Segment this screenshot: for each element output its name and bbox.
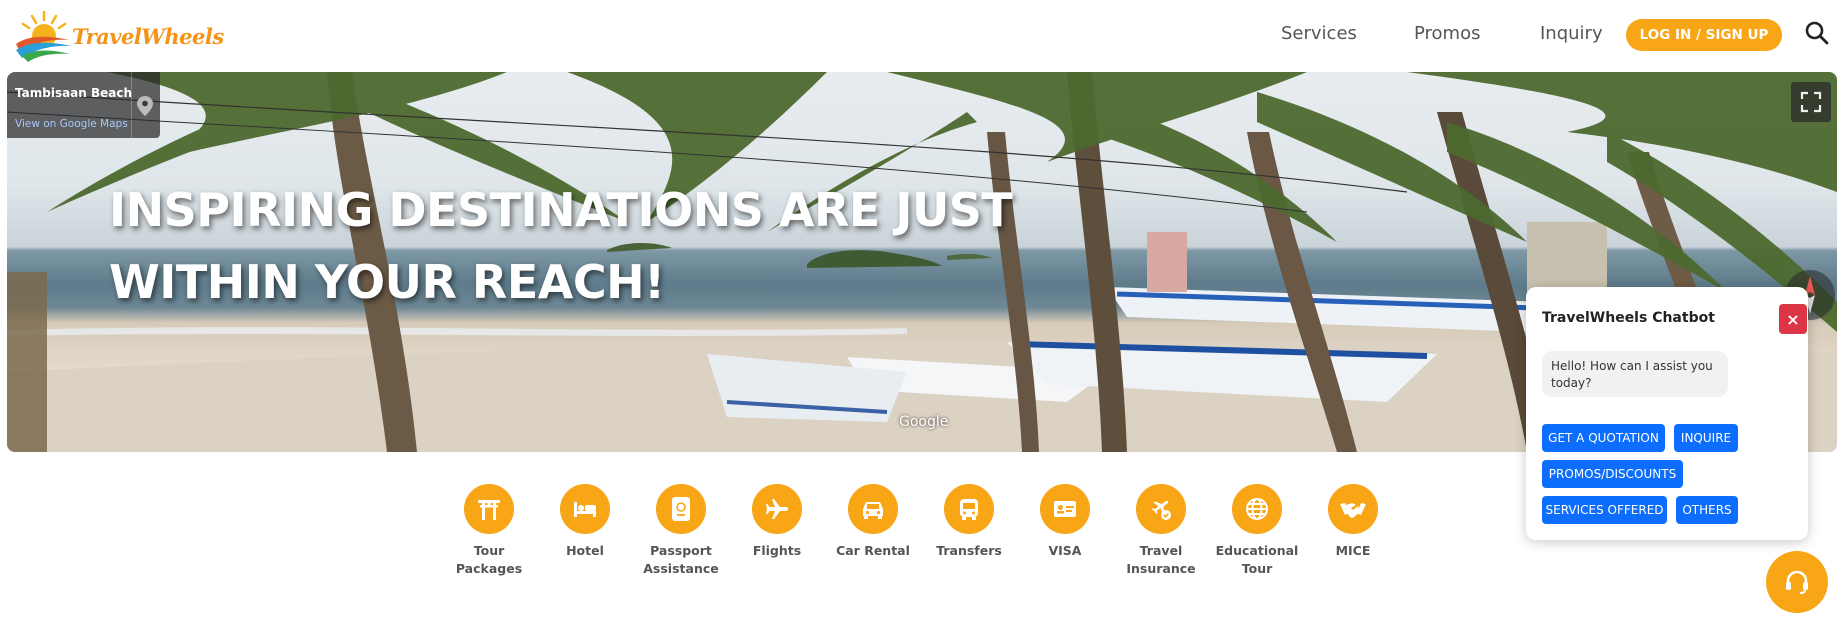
service-label: Travel Insurance [1126,543,1196,576]
chatbot-greeting-message: Hello! How can I assist you today? [1542,351,1728,397]
globe-icon [1232,484,1282,534]
hero-heading-line1: INSPIRING DESTINATIONS ARE JUST [109,183,1013,237]
torii-gate-icon [464,484,514,534]
service-label: Flights [752,543,802,558]
service-travel-insurance[interactable]: Travel Insurance [1113,480,1209,578]
login-signup-button[interactable]: LOG IN / SIGN UP [1626,19,1782,51]
passport-icon [656,484,706,534]
service-educational-tour[interactable]: Educational Tour [1209,480,1305,578]
fullscreen-icon[interactable] [1791,82,1831,122]
service-visa[interactable]: VISA [1017,480,1113,560]
service-car-rental[interactable]: Car Rental [825,480,921,560]
bed-icon [560,484,610,534]
service-label: VISA [1048,543,1082,558]
nav-services[interactable]: Services [1281,23,1357,44]
plane-shield-icon [1136,484,1186,534]
service-hotel[interactable]: Hotel [537,480,633,560]
travelwheels-logo[interactable]: TravelWheels [14,8,224,62]
plane-icon [752,484,802,534]
others-button[interactable]: OTHERS [1676,496,1738,524]
service-label: Hotel [566,543,604,558]
service-flights[interactable]: Flights [729,480,825,560]
nav-inquiry[interactable]: Inquiry [1540,23,1603,44]
map-pin-icon[interactable] [137,96,153,116]
location-name: Tambisaan Beach [15,86,133,100]
promos-discounts-button[interactable]: PROMOS/DISCOUNTS [1542,460,1683,488]
service-tour-packages[interactable]: Tour Packages [441,480,537,578]
services-offered-button[interactable]: SERVICES OFFERED [1542,496,1667,524]
hero-heading-line2: WITHIN YOUR REACH! [109,255,665,309]
panel-divider [131,72,132,138]
service-label: MICE [1335,543,1371,558]
chatbot-close-button[interactable]: × [1779,304,1807,334]
inquire-button[interactable]: INQUIRE [1674,424,1738,452]
service-label: Passport Assistance [643,543,719,576]
id-card-icon [1040,484,1090,534]
nav-promos[interactable]: Promos [1414,23,1480,44]
view-on-google-maps-link[interactable]: View on Google Maps [15,118,128,130]
service-transfers[interactable]: Transfers [921,480,1017,560]
service-label: Educational Tour [1215,543,1299,576]
service-label: Tour Packages [455,543,523,576]
car-icon [848,484,898,534]
headset-icon[interactable] [1766,551,1828,613]
chatbot-title: TravelWheels Chatbot [1542,310,1715,326]
hero-heading: INSPIRING DESTINATIONS ARE JUST WITHIN Y… [109,174,1109,318]
street-view-info-panel: Tambisaan Beach View on Google Maps [7,72,160,138]
service-label: Transfers [936,543,1002,558]
search-icon[interactable] [1804,20,1830,46]
service-passport-assistance[interactable]: Passport Assistance [633,480,729,578]
bus-icon [944,484,994,534]
handshake-icon [1328,484,1378,534]
service-label: Car Rental [836,543,910,558]
service-mice[interactable]: MICE [1305,480,1401,560]
logo-wordmark: TravelWheels [72,24,224,49]
google-watermark: Google [899,414,949,430]
chatbot-widget: TravelWheels Chatbot × Hello! How can I … [1526,287,1808,540]
get-quotation-button[interactable]: GET A QUOTATION [1542,424,1665,452]
sun-wave-logo-icon [16,10,72,62]
site-header: TravelWheels Services Promos Inquiry LOG… [0,0,1843,70]
